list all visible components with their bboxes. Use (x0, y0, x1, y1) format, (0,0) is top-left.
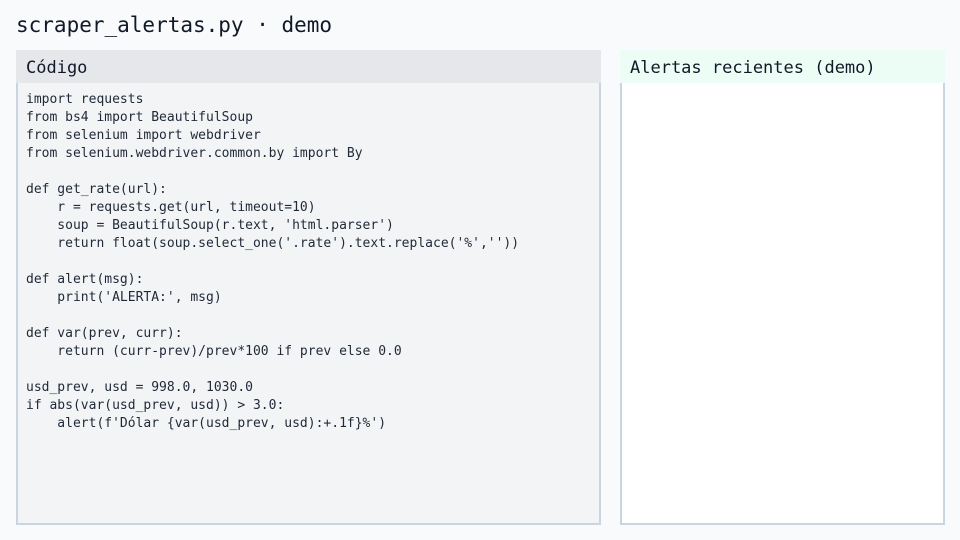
code-line: def get_rate(url): (26, 182, 167, 197)
code-line: r = requests.get(url, timeout=10) (26, 200, 316, 215)
code-panel: Código import requests from bs4 import Be… (16, 50, 601, 525)
alerts-panel-header: Alertas recientes (demo) (620, 50, 945, 83)
code-line: def alert(msg): (26, 272, 144, 287)
code-line: from selenium.webdriver.common.by import… (26, 146, 363, 161)
code-line: soup = BeautifulSoup(r.text, 'html.parse… (26, 218, 394, 233)
code-line: from bs4 import BeautifulSoup (26, 110, 253, 125)
code-line: return (curr-prev)/prev*100 if prev else… (26, 344, 402, 359)
code-line: from selenium import webdriver (26, 128, 261, 143)
alerts-list[interactable] (630, 91, 935, 515)
code-line: print('ALERTA:', msg) (26, 290, 222, 305)
code-line: def var(prev, curr): (26, 326, 183, 341)
code-panel-header: Código (16, 50, 601, 83)
alerts-panel: Alertas recientes (demo) (620, 50, 945, 525)
code-line: if abs(var(usd_prev, usd)) > 3.0: (26, 398, 285, 413)
app-window: scraper_alertas.py · demo Código import … (0, 0, 960, 540)
code-line: import requests (26, 92, 144, 107)
code-line: return float(soup.select_one('.rate').te… (26, 236, 520, 251)
code-line: usd_prev, usd = 998.0, 1030.0 (26, 380, 253, 395)
code-editor[interactable]: import requests from bs4 import Beautiful… (26, 91, 519, 433)
page-title: scraper_alertas.py · demo (16, 13, 333, 37)
code-line: alert(f'Dólar {var(usd_prev, usd):+.1f}%… (26, 416, 387, 431)
